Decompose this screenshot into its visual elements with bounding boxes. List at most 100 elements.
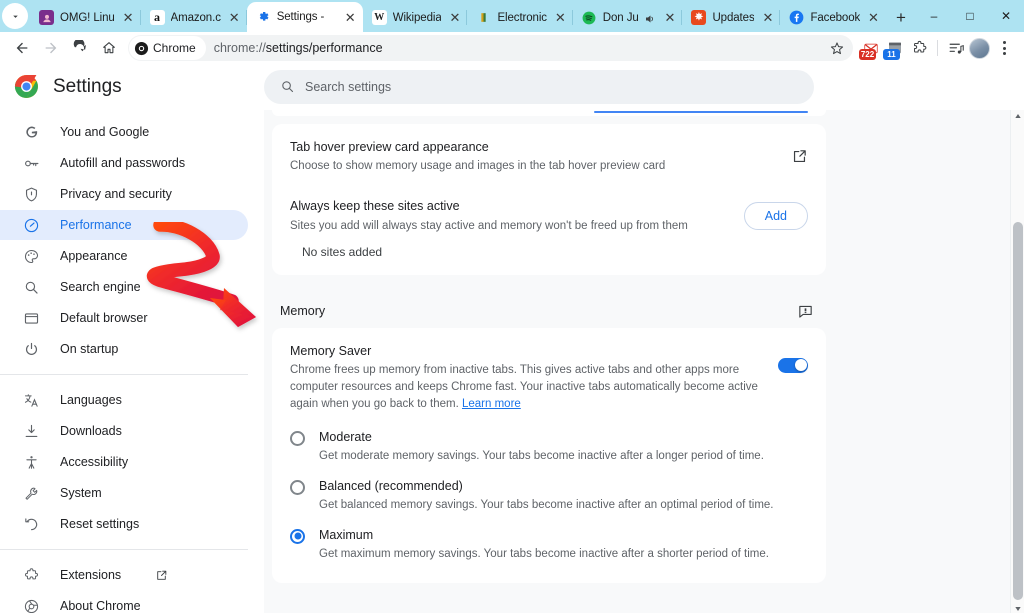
sidebar-item-on-startup[interactable]: On startup bbox=[0, 334, 248, 364]
tab-3[interactable]: W Wikipedia ✕ bbox=[363, 3, 468, 32]
extension-icons: 722 11 bbox=[859, 36, 1016, 60]
chrome-origin-chip[interactable]: Chrome bbox=[129, 36, 206, 60]
sidebar-item-reset-settings[interactable]: Reset settings bbox=[0, 509, 248, 539]
sidebar-item-default-browser[interactable]: Default browser bbox=[0, 303, 248, 333]
sidebar-item-downloads[interactable]: Downloads bbox=[0, 416, 248, 446]
tab-title: Wikipedia bbox=[392, 11, 442, 24]
three-dot-menu-icon[interactable] bbox=[992, 36, 1016, 60]
sidebar-item-autofill-and-passwords[interactable]: Autofill and passwords bbox=[0, 148, 248, 178]
close-window-button[interactable]: ✕ bbox=[988, 0, 1024, 32]
calendar-badge: 11 bbox=[883, 49, 900, 60]
tab-close-button[interactable]: ✕ bbox=[121, 10, 136, 25]
gmail-extension-icon[interactable]: 722 bbox=[859, 37, 882, 60]
minimize-button[interactable]: – bbox=[916, 0, 952, 32]
option-balanced-text: Balanced (recommended) Get balanced memo… bbox=[319, 477, 774, 514]
home-button[interactable] bbox=[95, 34, 123, 62]
download-icon bbox=[22, 422, 40, 440]
tab-6[interactable]: ✵ Updates ✕ bbox=[682, 3, 781, 32]
media-icon bbox=[949, 43, 964, 54]
open-in-new-icon[interactable] bbox=[791, 148, 808, 165]
settings-content: Tab hover preview card appearance Choose… bbox=[264, 110, 1024, 613]
feedback-icon[interactable] bbox=[797, 303, 814, 320]
back-button[interactable] bbox=[8, 34, 36, 62]
forward-button[interactable] bbox=[37, 34, 65, 62]
profile-avatar[interactable] bbox=[969, 37, 990, 59]
tab-favicon bbox=[39, 10, 54, 25]
sidebar-item-you-and-google[interactable]: You and Google bbox=[0, 117, 248, 147]
calendar-extension-icon[interactable]: 11 bbox=[883, 37, 906, 60]
bookmark-star-button[interactable] bbox=[825, 40, 849, 56]
scroll-up-arrow[interactable] bbox=[1011, 110, 1024, 122]
chrome-icon bbox=[22, 597, 40, 613]
memory-option-moderate[interactable]: Moderate Get moderate memory savings. Yo… bbox=[290, 422, 808, 471]
tab-title: Don Ju bbox=[602, 11, 639, 24]
memory-section-header: Memory bbox=[272, 293, 826, 328]
sidebar-item-privacy-and-security[interactable]: Privacy and security bbox=[0, 179, 248, 209]
tab-hover-preview-row[interactable]: Tab hover preview card appearance Choose… bbox=[272, 124, 826, 189]
sidebar-item-appearance[interactable]: Appearance bbox=[0, 241, 248, 271]
tab-hover-sub: Choose to show memory usage and images i… bbox=[290, 160, 666, 173]
content-scrollbar[interactable] bbox=[1010, 110, 1024, 613]
sidebar-item-system[interactable]: System bbox=[0, 478, 248, 508]
tab-search-button[interactable] bbox=[2, 3, 28, 29]
search-settings-input[interactable]: Search settings bbox=[264, 69, 814, 104]
tab-5[interactable]: Don Ju ✕ bbox=[573, 3, 683, 32]
sidebar-item-accessibility[interactable]: Accessibility bbox=[0, 447, 248, 477]
search-icon bbox=[282, 81, 294, 93]
memory-saver-toggle[interactable] bbox=[778, 357, 808, 373]
scrollbar-thumb[interactable] bbox=[1013, 222, 1023, 600]
puzzle-extensions-icon[interactable] bbox=[908, 37, 930, 59]
memory-saver-title: Memory Saver bbox=[290, 343, 372, 358]
sidebar-item-label: You and Google bbox=[60, 125, 150, 139]
media-controls-icon[interactable] bbox=[945, 37, 967, 59]
shield-icon bbox=[22, 185, 40, 203]
option-label: Maximum bbox=[319, 527, 374, 542]
tab-close-button[interactable]: ✕ bbox=[447, 10, 462, 25]
tab-close-button[interactable]: ✕ bbox=[662, 10, 677, 25]
tab-7[interactable]: Facebook ✕ bbox=[780, 3, 886, 32]
speed-section-header: Speed bbox=[272, 601, 826, 613]
reload-icon bbox=[73, 40, 86, 52]
home-icon bbox=[103, 42, 115, 54]
tab-1[interactable]: a Amazon.c ✕ bbox=[141, 3, 247, 32]
tab-close-button[interactable]: ✕ bbox=[760, 10, 775, 25]
scroll-down-arrow[interactable] bbox=[1011, 603, 1024, 613]
sidebar-item-performance[interactable]: Performance bbox=[0, 210, 248, 240]
memory-saver-learn-more-link[interactable]: Learn more bbox=[462, 398, 521, 410]
memory-section-title: Memory bbox=[280, 304, 326, 319]
sidebar-item-extensions[interactable]: Extensions bbox=[0, 560, 248, 590]
sidebar-item-label: On startup bbox=[60, 342, 119, 356]
sidebar-item-languages[interactable]: Languages bbox=[0, 385, 248, 415]
address-bar[interactable]: Chrome chrome://settings/performance bbox=[128, 35, 853, 61]
add-site-button[interactable]: Add bbox=[743, 202, 808, 231]
previous-card-peek bbox=[272, 110, 826, 116]
tab-close-button[interactable]: ✕ bbox=[866, 10, 881, 25]
memory-option-maximum[interactable]: Maximum Get maximum memory savings. Your… bbox=[290, 520, 808, 569]
tab-close-button[interactable]: ✕ bbox=[553, 10, 568, 25]
accessibility-icon bbox=[22, 453, 40, 471]
memory-saver-options: Moderate Get moderate memory savings. Yo… bbox=[272, 420, 826, 584]
settings-gear-icon bbox=[256, 10, 271, 25]
tab-close-button[interactable]: ✕ bbox=[343, 10, 358, 25]
sidebar-item-label: About Chrome bbox=[60, 599, 141, 613]
radio-balanced[interactable] bbox=[290, 479, 305, 495]
tab-2-active[interactable]: Settings - ✕ bbox=[246, 2, 363, 32]
sidebar-item-about-chrome[interactable]: About Chrome bbox=[0, 591, 248, 613]
radio-maximum[interactable] bbox=[290, 528, 305, 544]
sidebar-item-label: Accessibility bbox=[60, 455, 129, 469]
reload-button[interactable] bbox=[66, 34, 94, 62]
maximize-button[interactable]: □ bbox=[952, 0, 988, 32]
sidebar-item-search-engine[interactable]: Search engine bbox=[0, 272, 248, 302]
tab-4[interactable]: Electronic ✕ bbox=[467, 3, 574, 32]
url-path: settings/performance bbox=[265, 41, 383, 55]
tab-strip: OMG! Linu ✕ a Amazon.c ✕ Settings - ✕ W … bbox=[0, 0, 1024, 32]
facebook-favicon bbox=[789, 10, 804, 25]
tab-0[interactable]: OMG! Linu ✕ bbox=[30, 3, 141, 32]
tab-audio-playing-icon[interactable] bbox=[644, 12, 656, 24]
new-tab-button[interactable]: + bbox=[890, 6, 912, 28]
tab-favicon: W bbox=[371, 10, 387, 25]
translate-icon bbox=[22, 391, 40, 409]
memory-option-balanced[interactable]: Balanced (recommended) Get balanced memo… bbox=[290, 471, 808, 520]
tab-close-button[interactable]: ✕ bbox=[227, 10, 242, 25]
radio-moderate[interactable] bbox=[290, 430, 305, 446]
